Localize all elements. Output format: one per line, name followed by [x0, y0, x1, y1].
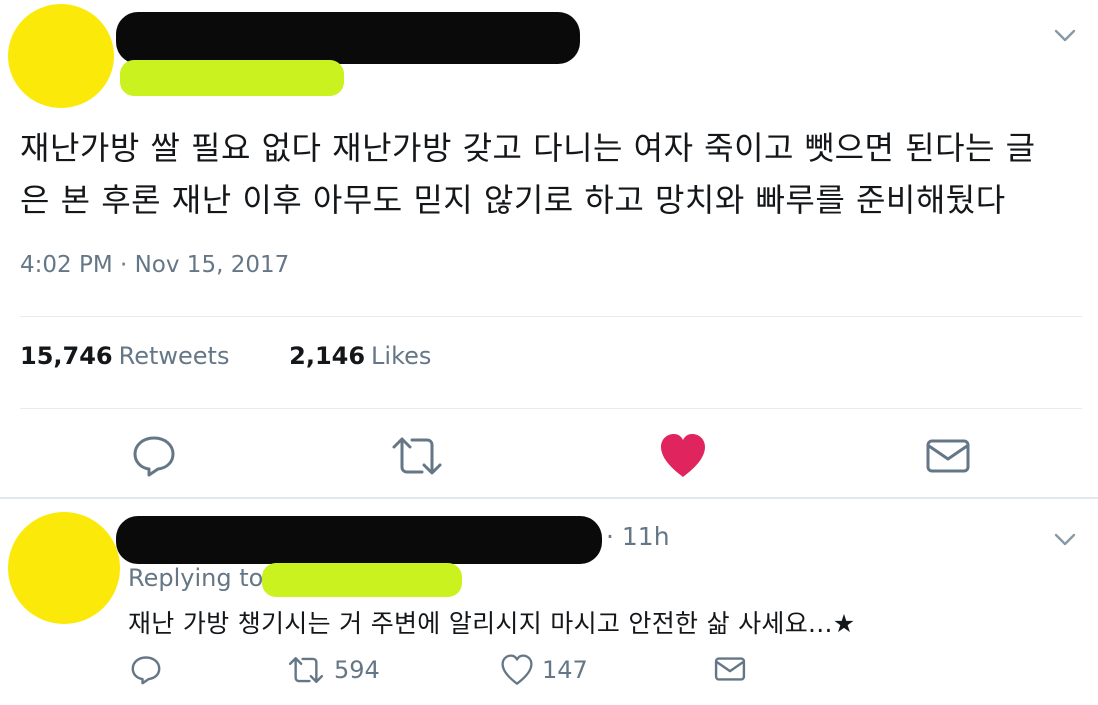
main-tweet: 재난가방 쌀 필요 없다 재난가방 갖고 다니는 여자 죽이고 뺏으면 된다는 … [0, 0, 1098, 500]
redacted-reply-target[interactable] [262, 563, 462, 597]
reply-timestamp[interactable]: · 11h [606, 522, 670, 551]
like-button[interactable] [654, 428, 712, 484]
tweet-separator [0, 497, 1098, 499]
redacted-display-name [116, 516, 602, 564]
reply-button[interactable] [130, 654, 162, 686]
retweet-count: 594 [334, 656, 380, 684]
envelope-icon [714, 657, 746, 681]
retweet-button[interactable]: 594 [286, 654, 380, 686]
tweet-stats: 15,746 Retweets 2,146 Likes [20, 342, 483, 370]
divider [20, 316, 1082, 317]
likes-count: 2,146 [289, 342, 366, 370]
share-dm-button[interactable] [920, 428, 976, 484]
heart-icon [501, 654, 533, 685]
share-dm-button[interactable] [714, 654, 746, 684]
retweet-icon [392, 437, 442, 475]
redacted-display-name [116, 12, 580, 64]
tweet-text: 재난가방 쌀 필요 없다 재난가방 갖고 다니는 여자 죽이고 뺏으면 된다는 … [20, 129, 1036, 219]
likes-stat[interactable]: 2,146 Likes [289, 342, 431, 370]
retweets-label: Retweets [118, 342, 230, 370]
avatar[interactable] [8, 4, 114, 108]
replying-to-label: Replying to [128, 564, 264, 592]
retweets-count: 15,746 [20, 342, 113, 370]
reply-text: 재난 가방 챙기시는 거 주변에 알리시지 마시고 안전한 삶 사세요...★ [128, 609, 856, 638]
tweet-timestamp[interactable]: 4:02 PM · Nov 15, 2017 [20, 252, 289, 278]
reply-icon [133, 436, 175, 477]
chevron-down-icon[interactable] [1052, 22, 1078, 48]
chevron-down-icon[interactable] [1052, 526, 1078, 552]
divider [20, 408, 1082, 409]
like-count: 147 [542, 656, 588, 684]
retweets-stat[interactable]: 15,746 Retweets [20, 342, 229, 370]
likes-label: Likes [371, 342, 432, 370]
heart-icon [661, 434, 705, 477]
avatar[interactable] [8, 512, 120, 624]
like-button[interactable]: 147 [500, 654, 588, 686]
retweet-icon [288, 657, 324, 683]
reply-icon [131, 656, 161, 685]
envelope-icon [926, 439, 970, 473]
redacted-username [120, 60, 344, 96]
retweet-button[interactable] [386, 428, 448, 484]
reply-button[interactable] [126, 428, 182, 484]
